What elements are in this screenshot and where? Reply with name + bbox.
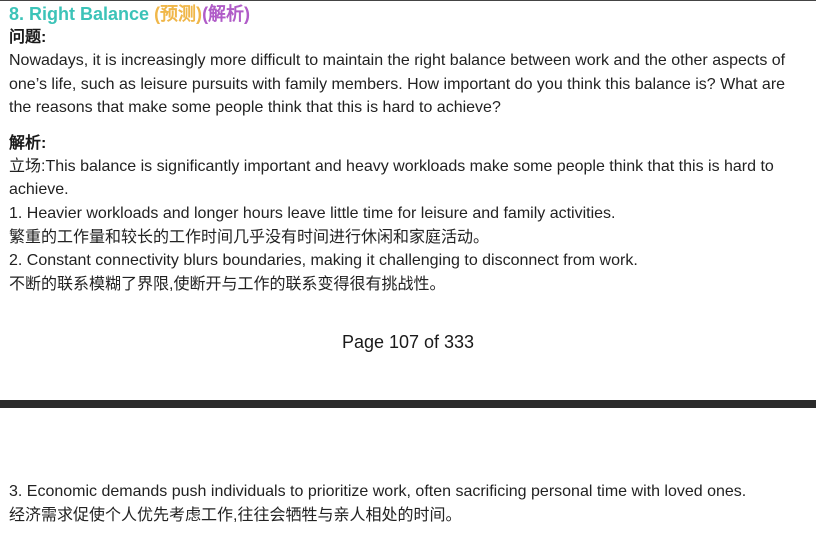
- analysis-point-3-en: 3. Economic demands push individuals to …: [9, 483, 747, 500]
- analysis-point-1-en: 1. Heavier workloads and longer hours le…: [9, 204, 616, 222]
- analysis-point-3-zh: 经济需求促使个人优先考虑工作,往往会牺牲与亲人相处的时间。: [9, 506, 462, 524]
- analysis-point-2-zh: 不断的联系模糊了界限,使断开与工作的联系变得很有挑战性。: [9, 275, 446, 293]
- page-content: 8. Right Balance (预测)(解析) 问题: Nowadays, …: [9, 2, 809, 296]
- page-number: Page 107 of 333: [341, 332, 475, 352]
- analysis-stance: 立场:This balance is significantly importa…: [9, 157, 774, 199]
- document-page: 8. Right Balance (预测)(解析) 问题: Nowadays, …: [0, 0, 816, 400]
- analysis-point-1-zh: 繁重的工作量和较长的工作时间几乎没有时间进行休闲和家庭活动。: [9, 228, 490, 246]
- heading-title: 8. Right Balance: [9, 4, 150, 24]
- section-heading: 8. Right Balance (预测)(解析): [9, 2, 809, 26]
- analysis-label: 解析:: [9, 134, 47, 152]
- question-text: Nowadays, it is increasingly more diffic…: [9, 52, 786, 117]
- heading-predicted-tag: (预测): [154, 4, 203, 24]
- next-page-content: 3. Economic demands push individuals to …: [9, 480, 809, 527]
- page-break-divider: [0, 400, 816, 408]
- question-label: 问题:: [9, 29, 47, 46]
- analysis-point-2-en: 2. Constant connectivity blurs boundarie…: [9, 252, 638, 270]
- top-border-line: [0, 0, 816, 1]
- heading-analysis-tag: (解析): [202, 4, 251, 24]
